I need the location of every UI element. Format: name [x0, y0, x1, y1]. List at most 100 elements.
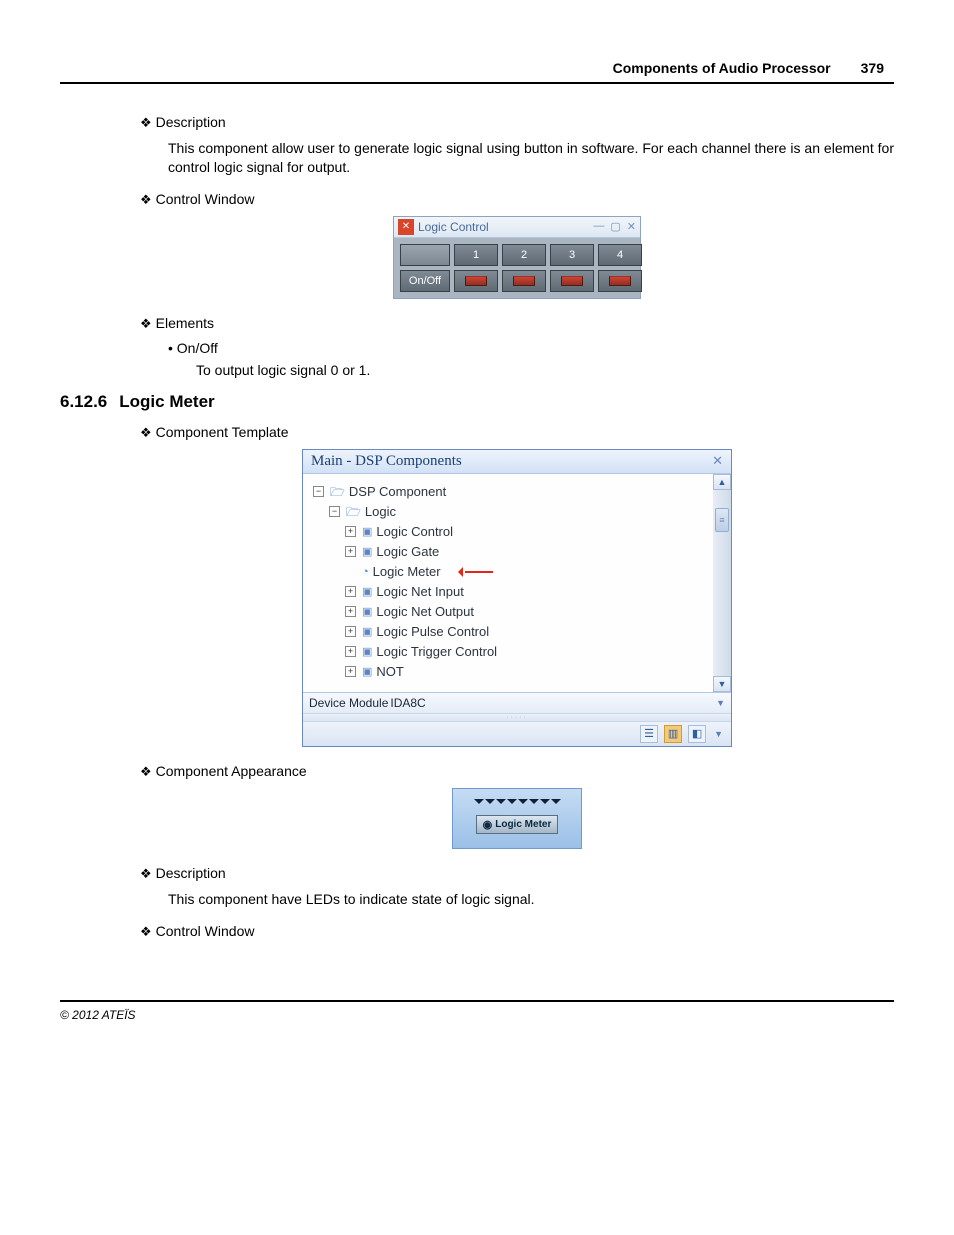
device-module-value: IDA8C — [388, 696, 710, 710]
onoff-toggle-4[interactable] — [598, 270, 642, 292]
description-paragraph: This component allow user to generate lo… — [168, 139, 894, 177]
tree-item-logic-trigger-control[interactable]: ▣Logic Trigger Control — [313, 642, 707, 662]
component-icon: ▣ — [362, 522, 372, 542]
app-icon — [398, 219, 414, 235]
dsp-titlebar[interactable]: Main - DSP Components ✕ — [303, 450, 731, 474]
chevron-down-icon[interactable]: ▼ — [716, 698, 725, 708]
diamond-icon: ❖ — [140, 316, 152, 331]
scroll-down-icon[interactable]: ▼ — [713, 676, 731, 692]
bullet-elements: ❖Elements — [140, 315, 894, 332]
maximize-icon[interactable]: ▢ — [610, 220, 620, 233]
onoff-toggle-2[interactable] — [502, 270, 546, 292]
tree-item-label: NOT — [376, 662, 403, 682]
tree-item-logic-control[interactable]: ▣Logic Control — [313, 522, 707, 542]
bullet-description-2: ❖Description — [140, 865, 894, 882]
tree-item-label: Logic Net Output — [376, 602, 474, 622]
tree-item-label: Logic Net Input — [376, 582, 463, 602]
row-label-onoff: On/Off — [400, 270, 450, 292]
port-icon — [496, 799, 506, 809]
page-footer: © 2012 ATEÏS — [60, 1000, 894, 1022]
expand-icon[interactable] — [345, 526, 356, 537]
onoff-toggle-3[interactable] — [550, 270, 594, 292]
bullet-description-2-label: Description — [156, 865, 226, 881]
device-module-row[interactable]: Device Module IDA8C ▼ — [303, 693, 731, 714]
col-header-1: 1 — [454, 244, 498, 266]
view-tiles-icon[interactable]: ▥ — [664, 725, 682, 743]
led-icon — [561, 276, 583, 286]
tree-item-logic-gate[interactable]: ▣Logic Gate — [313, 542, 707, 562]
diamond-icon: ❖ — [140, 115, 152, 130]
diamond-icon: ❖ — [140, 764, 152, 779]
view-list-icon[interactable]: ☰ — [640, 725, 658, 743]
col-header-4: 4 — [598, 244, 642, 266]
tree-item-logic-meter[interactable]: ◔Logic Meter — [313, 562, 707, 582]
vertical-scrollbar[interactable]: ▲ ▼ — [713, 474, 731, 692]
element-onoff: On/Off — [168, 340, 894, 356]
diamond-icon: ❖ — [140, 425, 152, 440]
tree-item-logic-net-input[interactable]: ▣Logic Net Input — [313, 582, 707, 602]
port-icon — [551, 799, 561, 809]
onoff-toggle-1[interactable] — [454, 270, 498, 292]
collapse-icon[interactable] — [313, 486, 324, 497]
bullet-component-template: ❖ Component Template — [140, 424, 894, 441]
expand-icon[interactable] — [345, 606, 356, 617]
section-title: Logic Meter — [119, 392, 214, 411]
logic-meter-label: Logic Meter — [495, 819, 551, 830]
logic-meter-label-badge: ◉ Logic Meter — [476, 815, 559, 834]
tree-item-logic-net-output[interactable]: ▣Logic Net Output — [313, 602, 707, 622]
view-detail-icon[interactable]: ◧ — [688, 725, 706, 743]
dsp-tree[interactable]: 🗁DSP Component 🗁Logic ▣Logic Control ▣Lo… — [303, 474, 713, 692]
scroll-thumb[interactable] — [715, 508, 729, 532]
tree-item-label: Logic Pulse Control — [376, 622, 489, 642]
bullet-component-appearance-label: Component Appearance — [156, 763, 307, 779]
logic-meter-component[interactable]: ◉ Logic Meter — [452, 788, 582, 849]
resize-grip[interactable]: ····· — [303, 714, 731, 722]
copyright: © 2012 ATEÏS — [60, 1008, 136, 1022]
bullet-component-appearance: ❖ Component Appearance — [140, 763, 894, 780]
col-header-2: 2 — [502, 244, 546, 266]
expand-icon[interactable] — [345, 546, 356, 557]
tree-root[interactable]: 🗁DSP Component — [313, 482, 707, 502]
bullet-control-window-2-label: Control Window — [156, 923, 255, 939]
bullet-control-window-label: Control Window — [156, 191, 255, 207]
expand-icon[interactable] — [345, 666, 356, 677]
tree-group-logic[interactable]: 🗁Logic — [313, 502, 707, 522]
port-icon — [540, 799, 550, 809]
tree-item-label: Logic Gate — [376, 542, 439, 562]
expand-icon[interactable] — [345, 586, 356, 597]
minimize-icon[interactable]: — — [593, 220, 604, 233]
grid-corner — [400, 244, 450, 266]
tree-item-logic-pulse-control[interactable]: ▣Logic Pulse Control — [313, 622, 707, 642]
dsp-footer-toolbar: ☰ ▥ ◧ ▼ — [303, 722, 731, 746]
description-paragraph-2: This component have LEDs to indicate sta… — [168, 890, 894, 909]
logic-control-title: Logic Control — [418, 220, 593, 234]
folder-icon: 🗁 — [346, 502, 361, 522]
tree-item-not[interactable]: ▣NOT — [313, 662, 707, 682]
tree-item-label: Logic Trigger Control — [376, 642, 497, 662]
red-arrow-icon — [453, 568, 493, 576]
tree-group-label: Logic — [365, 502, 396, 522]
section-number: 6.12.6 — [60, 392, 107, 411]
component-icon: ▣ — [362, 602, 372, 622]
folder-icon: 🗁 — [330, 482, 345, 502]
close-icon[interactable]: ✕ — [627, 220, 636, 233]
port-icon — [518, 799, 528, 809]
tree-item-label: Logic Control — [376, 522, 453, 542]
bullet-component-template-label: Component Template — [156, 424, 289, 440]
expand-icon[interactable] — [345, 626, 356, 637]
bullet-control-window: ❖Control Window — [140, 191, 894, 208]
chevron-down-icon[interactable]: ▼ — [714, 729, 723, 739]
page-header: Components of Audio Processor 379 — [60, 60, 894, 84]
scroll-up-icon[interactable]: ▲ — [713, 474, 731, 490]
bullet-description: ❖Description — [140, 114, 894, 131]
element-onoff-desc: To output logic signal 0 or 1. — [196, 362, 894, 378]
collapse-icon[interactable] — [329, 506, 340, 517]
logic-control-titlebar[interactable]: Logic Control — ▢ ✕ — [394, 217, 640, 238]
close-icon[interactable]: ✕ — [712, 453, 723, 469]
component-icon: ▣ — [362, 622, 372, 642]
diamond-icon: ❖ — [140, 924, 152, 939]
port-icon — [485, 799, 495, 809]
port-icon — [529, 799, 539, 809]
expand-icon[interactable] — [345, 646, 356, 657]
port-icon — [507, 799, 517, 809]
